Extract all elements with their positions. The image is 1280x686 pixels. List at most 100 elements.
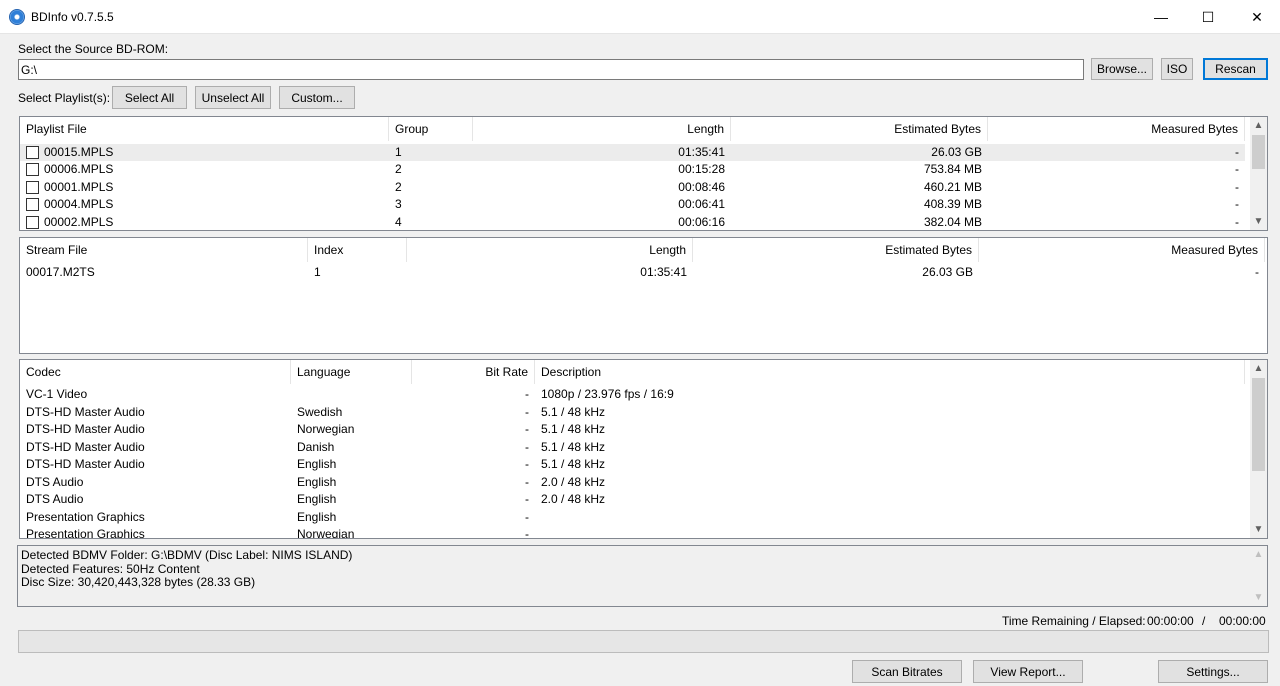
column-header[interactable]: Index <box>308 238 407 262</box>
playlist-file: 00001.MPLS <box>44 179 114 194</box>
column-header[interactable]: Measured Bytes <box>979 238 1265 262</box>
browse-button[interactable]: Browse... <box>1091 58 1153 80</box>
codec-bitrate: - <box>525 439 529 454</box>
scroll-down-icon[interactable]: ▼ <box>1250 213 1267 230</box>
scan-progress-bar <box>18 630 1269 653</box>
codec-description: 2.0 / 48 kHz <box>541 474 606 489</box>
view-report-button[interactable]: View Report... <box>973 660 1083 683</box>
codec-row[interactable]: VC-1 Video - 1080p / 23.976 fps / 16:9 <box>20 386 1245 404</box>
scroll-up-icon[interactable]: ▲ <box>1250 360 1267 377</box>
iso-button[interactable]: ISO <box>1161 58 1193 80</box>
minimize-button[interactable]: — <box>1138 0 1184 34</box>
codec-list[interactable]: Codec Language Bit Rate Description VC-1… <box>19 359 1268 539</box>
playlist-row[interactable]: 00015.MPLS 1 01:35:41 26.03 GB - <box>20 143 1245 161</box>
column-header[interactable]: Codec <box>20 360 291 384</box>
playlist-row[interactable]: 00006.MPLS 2 00:15:28 753.84 MB - <box>20 161 1245 179</box>
stream-file: 00017.M2TS <box>26 265 95 279</box>
codec-name: DTS Audio <box>26 492 84 506</box>
codec-row[interactable]: DTS-HD Master Audio English - 5.1 / 48 k… <box>20 456 1245 474</box>
column-header[interactable]: Estimated Bytes <box>731 117 988 141</box>
disc-info-textarea[interactable]: Detected BDMV Folder: G:\BDMV (Disc Labe… <box>17 545 1268 607</box>
minimize-icon: — <box>1154 9 1168 25</box>
scroll-up-icon[interactable]: ▲ <box>1250 546 1267 563</box>
codec-row[interactable]: DTS Audio English - 2.0 / 48 kHz <box>20 474 1245 492</box>
scroll-thumb[interactable] <box>1252 378 1265 471</box>
custom-button[interactable]: Custom... <box>279 86 355 109</box>
window-title: BDInfo v0.7.5.5 <box>31 10 114 24</box>
scroll-thumb[interactable] <box>1252 135 1265 169</box>
maximize-button[interactable]: ☐ <box>1185 0 1231 34</box>
maximize-icon: ☐ <box>1201 8 1215 25</box>
codec-row[interactable]: DTS Audio English - 2.0 / 48 kHz <box>20 491 1245 509</box>
codec-bitrate: - <box>525 509 529 524</box>
disc-info-scrollbar[interactable]: ▲ ▼ <box>1250 546 1267 606</box>
scroll-down-icon[interactable]: ▼ <box>1250 521 1267 538</box>
codec-name: DTS-HD Master Audio <box>26 404 145 419</box>
codec-row[interactable]: Presentation Graphics English - <box>20 509 1245 527</box>
column-header[interactable]: Group <box>389 117 473 141</box>
column-header[interactable]: Estimated Bytes <box>693 238 979 262</box>
column-header[interactable]: Bit Rate <box>412 360 535 384</box>
scroll-up-icon[interactable]: ▲ <box>1250 117 1267 134</box>
disc-app-icon <box>9 9 25 25</box>
codec-language <box>291 386 412 404</box>
stream-row[interactable]: 00017.M2TS 1 01:35:41 26.03 GB - <box>20 264 1265 282</box>
codec-bitrate: - <box>525 387 529 401</box>
codec-name: DTS-HD Master Audio <box>26 457 145 471</box>
codec-row[interactable]: Presentation Graphics Norwegian - <box>20 526 1245 539</box>
stream-list[interactable]: Stream File Index Length Estimated Bytes… <box>19 237 1268 354</box>
playlist-list[interactable]: Playlist File Group Length Estimated Byt… <box>19 116 1268 231</box>
playlist-row[interactable]: 00001.MPLS 2 00:08:46 460.21 MB - <box>20 179 1245 197</box>
codec-row[interactable]: DTS-HD Master Audio Norwegian - 5.1 / 48… <box>20 421 1245 439</box>
codec-description: 5.1 / 48 kHz <box>541 422 606 436</box>
codec-language: Swedish <box>297 404 343 419</box>
codec-bitrate: - <box>525 492 529 506</box>
column-header[interactable]: Stream File <box>20 238 308 262</box>
column-header[interactable]: Playlist File <box>20 117 389 141</box>
codec-name: VC-1 Video <box>26 387 88 401</box>
playlist-row[interactable]: 00004.MPLS 3 00:06:41 408.39 MB - <box>20 196 1245 214</box>
scroll-down-icon[interactable]: ▼ <box>1250 589 1267 606</box>
select-all-button[interactable]: Select All <box>112 86 187 109</box>
codec-row[interactable]: DTS-HD Master Audio Swedish - 5.1 / 48 k… <box>20 404 1245 422</box>
select-playlists-label: Select Playlist(s): <box>18 91 111 105</box>
playlist-group: 3 <box>395 197 402 211</box>
time-separator: / <box>1202 614 1206 628</box>
column-header[interactable]: Length <box>473 117 731 141</box>
codec-name: DTS-HD Master Audio <box>26 439 145 454</box>
codec-description: 5.1 / 48 kHz <box>541 457 606 471</box>
scan-bitrates-button[interactable]: Scan Bitrates <box>852 660 962 683</box>
disc-info-line: Detected BDMV Folder: G:\BDMV (Disc Labe… <box>21 548 353 562</box>
codec-language: Norwegian <box>297 422 355 436</box>
playlist-length: 00:06:41 <box>678 197 725 211</box>
playlist-measured-bytes: - <box>1235 162 1239 176</box>
unselect-all-button[interactable]: Unselect All <box>195 86 271 109</box>
playlist-scrollbar[interactable]: ▲ ▼ <box>1250 117 1267 230</box>
close-icon: ✕ <box>1251 8 1263 25</box>
disc-info-line: Disc Size: 30,420,443,328 bytes (28.33 G… <box>21 575 256 589</box>
codec-name: Presentation Graphics <box>26 527 145 539</box>
column-header[interactable]: Measured Bytes <box>988 117 1245 141</box>
playlist-row[interactable]: 00002.MPLS 4 00:06:16 382.04 MB - <box>20 214 1245 231</box>
playlist-estimated-bytes: 753.84 MB <box>923 162 982 176</box>
codec-description: 2.0 / 48 kHz <box>541 492 606 506</box>
codec-row[interactable]: DTS-HD Master Audio Danish - 5.1 / 48 kH… <box>20 439 1245 457</box>
codec-language: Danish <box>297 439 335 454</box>
codec-language: English <box>297 474 337 489</box>
codec-description <box>535 526 1245 538</box>
column-header[interactable]: Language <box>291 360 412 384</box>
source-label: Select the Source BD-ROM: <box>18 42 169 56</box>
codec-scrollbar[interactable]: ▲ ▼ <box>1250 360 1267 538</box>
playlist-measured-bytes: - <box>1235 179 1239 194</box>
codec-bitrate: - <box>525 457 529 471</box>
close-button[interactable]: ✕ <box>1234 0 1280 34</box>
column-header[interactable]: Length <box>407 238 693 262</box>
codec-name: DTS-HD Master Audio <box>26 422 145 436</box>
rescan-button[interactable]: Rescan <box>1203 58 1268 80</box>
source-path-input[interactable]: G:\ <box>18 59 1084 80</box>
playlist-file: 00002.MPLS <box>44 214 114 229</box>
column-header[interactable]: Description <box>535 360 1245 384</box>
settings-button[interactable]: Settings... <box>1158 660 1268 683</box>
playlist-file: 00015.MPLS <box>44 144 114 159</box>
codec-bitrate: - <box>525 527 529 539</box>
